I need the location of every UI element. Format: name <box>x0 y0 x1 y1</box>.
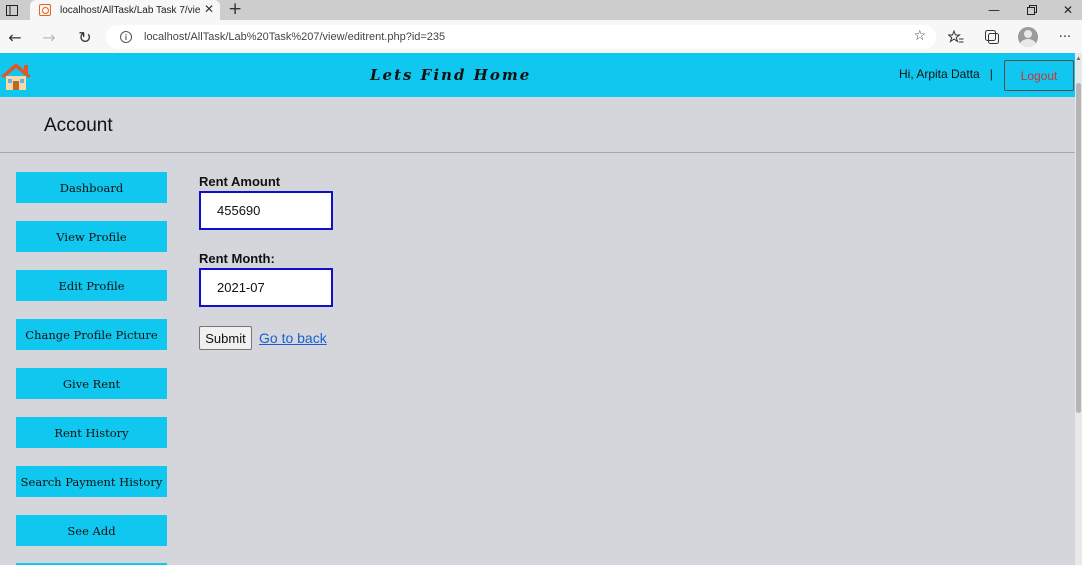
sidebar-item-change-profile-picture[interactable]: Change Profile Picture <box>16 319 167 350</box>
page-title: Account <box>44 115 113 136</box>
favorites-icon[interactable] <box>945 26 967 48</box>
forward-icon[interactable]: → <box>38 26 60 48</box>
greeting-separator: | <box>989 67 993 81</box>
sidebar-item-search-payment-history[interactable]: Search Payment History <box>16 466 167 497</box>
sidebar-item-view-profile[interactable]: View Profile <box>16 221 167 252</box>
profile-avatar[interactable] <box>1018 27 1038 47</box>
restore-icon[interactable] <box>1014 0 1050 20</box>
url-text: localhost/AllTask/Lab%20Task%207/view/ed… <box>144 31 446 43</box>
user-greeting: Hi, Arpita Datta | <box>899 67 993 81</box>
tab-title: localhost/AllTask/Lab Task 7/view <box>60 4 200 16</box>
collections-icon[interactable] <box>981 26 1003 48</box>
xampp-favicon-icon <box>39 4 51 16</box>
close-window-icon[interactable]: ✕ <box>1050 0 1082 20</box>
sidebar-item-rent-history[interactable]: Rent History <box>16 417 167 448</box>
rent-amount-label: Rent Amount <box>199 174 281 189</box>
rent-month-label: Rent Month: <box>199 251 275 266</box>
favorite-star-icon[interactable]: ☆ <box>913 28 926 44</box>
browser-tab-bar: localhost/AllTask/Lab Task 7/view ✕ + — … <box>0 0 1082 20</box>
sidebar-item-give-rent[interactable]: Give Rent <box>16 368 167 399</box>
scroll-thumb[interactable] <box>1076 83 1081 413</box>
browser-tab[interactable]: localhost/AllTask/Lab Task 7/view ✕ <box>30 0 220 20</box>
info-icon[interactable]: i <box>120 31 132 43</box>
url-field[interactable]: i localhost/AllTask/Lab%20Task%207/view/… <box>106 25 936 49</box>
back-icon[interactable]: ← <box>4 26 26 48</box>
tab-actions-icon[interactable] <box>0 0 30 20</box>
browser-address-bar: ← → ↻ i localhost/AllTask/Lab%20Task%207… <box>0 20 1082 53</box>
greeting-text: Hi, Arpita Datta <box>899 67 980 81</box>
more-icon[interactable]: ··· <box>1054 26 1076 48</box>
minimize-icon[interactable]: — <box>976 0 1012 20</box>
new-tab-icon[interactable]: + <box>228 0 242 19</box>
submit-button[interactable]: Submit <box>199 326 252 350</box>
site-header: Lets Find Home Hi, Arpita Datta | Logout <box>0 53 1075 97</box>
site-title: Lets Find Home <box>370 66 532 84</box>
go-back-link[interactable]: Go to back <box>259 330 327 346</box>
scroll-up-icon[interactable]: ▲ <box>1075 56 1082 62</box>
rent-amount-field[interactable] <box>199 191 333 230</box>
page-scrollbar[interactable]: ▲ <box>1075 53 1082 565</box>
close-tab-icon[interactable]: ✕ <box>204 2 214 16</box>
rent-month-field[interactable] <box>199 268 333 307</box>
home-logo-icon[interactable] <box>0 61 32 91</box>
logout-button[interactable]: Logout <box>1004 60 1074 91</box>
account-bar: Account <box>0 97 1075 153</box>
sidebar-item-see-add[interactable]: See Add <box>16 515 167 546</box>
sidebar-item-dashboard[interactable]: Dashboard <box>16 172 167 203</box>
sidebar-item-edit-profile[interactable]: Edit Profile <box>16 270 167 301</box>
refresh-icon[interactable]: ↻ <box>74 26 96 48</box>
